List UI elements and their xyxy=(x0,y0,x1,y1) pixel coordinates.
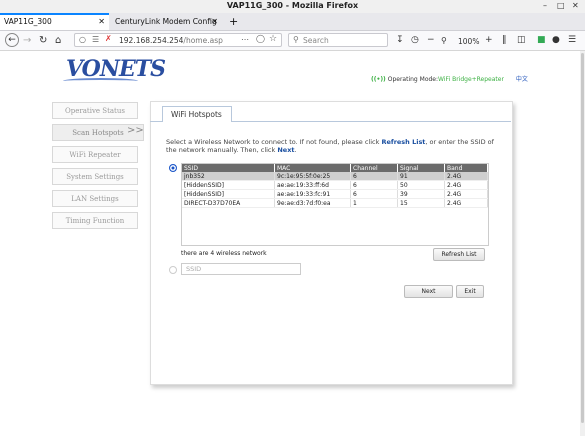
cell-band: 2.4G xyxy=(444,189,488,199)
cell-signal: 50 xyxy=(397,180,445,190)
op-mode-label: Operating Mode: xyxy=(387,76,439,83)
col-band: Band xyxy=(444,164,488,172)
menu-operative-status[interactable]: Operative Status xyxy=(52,102,138,119)
ssid-field[interactable]: SSID xyxy=(181,263,301,275)
cell-signal: 39 xyxy=(397,189,445,199)
menu-wifi-repeater[interactable]: WiFi Repeater xyxy=(52,146,138,163)
url-text: 192.168.254.254/home.asp xyxy=(119,36,223,45)
cell-ssid: DIRECT-D37D70EA xyxy=(182,198,275,208)
menu-timing-function[interactable]: Timing Function xyxy=(52,212,138,229)
active-arrow-icon: >> xyxy=(127,125,144,136)
refresh-list-button[interactable]: Refresh List xyxy=(433,248,485,261)
cell-mac: 9c:1e:95:5f:0e:25 xyxy=(274,172,351,181)
cell-channel: 6 xyxy=(350,180,398,190)
cell-mac: ae:ae:19:33:ff:6d xyxy=(274,180,351,190)
menu-lan-settings[interactable]: LAN Settings xyxy=(52,190,138,207)
search-input[interactable]: ⚲ Search xyxy=(288,33,388,47)
extension-icon[interactable]: ■ xyxy=(537,34,546,47)
maximize-button[interactable]: □ xyxy=(557,1,565,10)
shield-icon: ○ xyxy=(79,35,86,44)
cell-band: 2.4G xyxy=(444,180,488,190)
home-icon[interactable]: ⌂ xyxy=(55,34,61,47)
bookmark-star-icon[interactable]: ☆ xyxy=(269,34,277,44)
col-mac: MAC xyxy=(274,164,351,172)
op-mode-value: WiFi Bridge+Repeater xyxy=(438,76,504,83)
cell-band: 2.4G xyxy=(444,198,488,208)
vonets-logo: VONETS xyxy=(63,56,166,82)
zoom-level[interactable]: 100% xyxy=(458,35,479,48)
menu-hamburger-icon[interactable]: ☰ xyxy=(568,34,576,47)
close-tab-icon[interactable]: ✕ xyxy=(211,13,218,30)
downloads-icon[interactable]: ↧ xyxy=(396,34,404,47)
window-titlebar: VAP11G_300 - Mozilla Firefox – □ ✕ xyxy=(0,0,585,13)
cell-ssid: jnb352 xyxy=(182,172,275,181)
connection-info-icon: ☰ xyxy=(92,35,100,44)
operating-mode: ((•)) Operating Mode:WiFi Bridge+Repeate… xyxy=(371,74,528,83)
signal-icon: ((•)) xyxy=(371,76,386,83)
cell-mac: 9e:ae:d3:7d:f0:ea xyxy=(274,198,351,208)
forward-icon[interactable]: → xyxy=(23,34,31,47)
page-scrollbar[interactable] xyxy=(580,51,585,436)
page-actions-icon[interactable]: ⋯ xyxy=(241,35,249,44)
radio-manual-ssid[interactable] xyxy=(169,266,177,274)
panel-tab-wifi-hotspots: WiFi Hotspots xyxy=(162,106,232,122)
menu-system-settings[interactable]: System Settings xyxy=(52,168,138,185)
table-row[interactable]: jnb352 9c:1e:95:5f:0e:25 6 91 2.4G xyxy=(182,172,488,181)
tab-vap11g[interactable]: VAP11G_300 ✕ xyxy=(0,13,109,30)
tab-centurylink[interactable]: CenturyLink Modem Config ✕ xyxy=(111,13,222,30)
col-ssid: SSID xyxy=(182,164,275,172)
pocket-icon[interactable]: ◯ xyxy=(256,34,265,43)
cell-signal: 91 xyxy=(397,172,445,181)
tab-label: VAP11G_300 xyxy=(4,17,52,26)
language-link[interactable]: 中文 xyxy=(516,76,528,83)
cell-band: 2.4G xyxy=(444,172,488,181)
cell-ssid: [HiddenSSID] xyxy=(182,180,275,190)
next-link: Next xyxy=(277,146,295,154)
sidebar-icon[interactable]: ◫ xyxy=(517,34,526,47)
next-button[interactable]: Next xyxy=(404,285,453,298)
cell-mac: ae:ae:19:33:fc:91 xyxy=(274,189,351,199)
cell-channel: 1 xyxy=(350,198,398,208)
library-icon[interactable]: ‖ xyxy=(502,34,507,47)
table-row[interactable]: DIRECT-D37D70EA 9e:ae:d3:7d:f0:ea 1 15 2… xyxy=(182,198,488,208)
col-channel: Channel xyxy=(350,164,398,172)
page-content: VONETS ((•)) Operating Mode:WiFi Bridge+… xyxy=(0,51,585,436)
zoom-in-icon[interactable]: ⚲ xyxy=(441,34,447,47)
zoom-out-icon[interactable]: − xyxy=(427,34,435,47)
minimize-button[interactable]: – xyxy=(543,1,547,10)
window-title: VAP11G_300 - Mozilla Firefox xyxy=(226,1,359,10)
cell-ssid: [HiddenSSID] xyxy=(182,189,275,199)
search-placeholder: Search xyxy=(303,36,329,45)
tab-label: CenturyLink Modem Config xyxy=(115,17,217,26)
new-tab-button[interactable]: + xyxy=(229,13,238,30)
instruction-text: Select a Wireless Network to connect to.… xyxy=(166,138,494,154)
hotspot-table: SSID MAC Channel Signal Band jnb352 9c:1… xyxy=(181,163,489,246)
close-window-button[interactable]: ✕ xyxy=(572,1,579,10)
scrollbar-thumb[interactable] xyxy=(581,53,584,423)
cell-signal: 15 xyxy=(397,198,445,208)
cell-channel: 6 xyxy=(350,189,398,199)
table-row[interactable]: [HiddenSSID] ae:ae:19:33:fc:91 6 39 2.4G xyxy=(182,189,488,199)
zoom-in-button-icon[interactable]: + xyxy=(485,34,493,47)
history-clock-icon[interactable]: ◷ xyxy=(411,34,419,47)
back-icon[interactable]: ← xyxy=(5,33,19,47)
url-bar[interactable]: ○ ☰ ✗ 192.168.254.254/home.asp ⋯ ◯ ☆ xyxy=(74,33,282,47)
table-row[interactable]: [HiddenSSID] ae:ae:19:33:ff:6d 6 50 2.4G xyxy=(182,180,488,190)
network-count: there are 4 wireless network xyxy=(181,250,267,257)
insecure-lock-icon[interactable]: ✗ xyxy=(105,34,112,43)
tab-bar: VAP11G_300 ✕ CenturyLink Modem Config ✕ … xyxy=(0,13,585,31)
account-icon[interactable]: ● xyxy=(552,34,560,47)
table-header-row: SSID MAC Channel Signal Band xyxy=(182,164,488,172)
col-signal: Signal xyxy=(397,164,445,172)
radio-select-from-list[interactable] xyxy=(169,164,177,172)
refresh-list-link: Refresh List xyxy=(381,138,426,146)
close-tab-icon[interactable]: ✕ xyxy=(98,15,105,29)
reload-icon[interactable]: ↻ xyxy=(39,34,47,47)
navigation-toolbar: ← → ↻ ⌂ ○ ☰ ✗ 192.168.254.254/home.asp ⋯… xyxy=(0,31,585,51)
cell-channel: 6 xyxy=(350,172,398,181)
exit-button[interactable]: Exit xyxy=(456,285,484,298)
search-icon: ⚲ xyxy=(293,35,299,44)
